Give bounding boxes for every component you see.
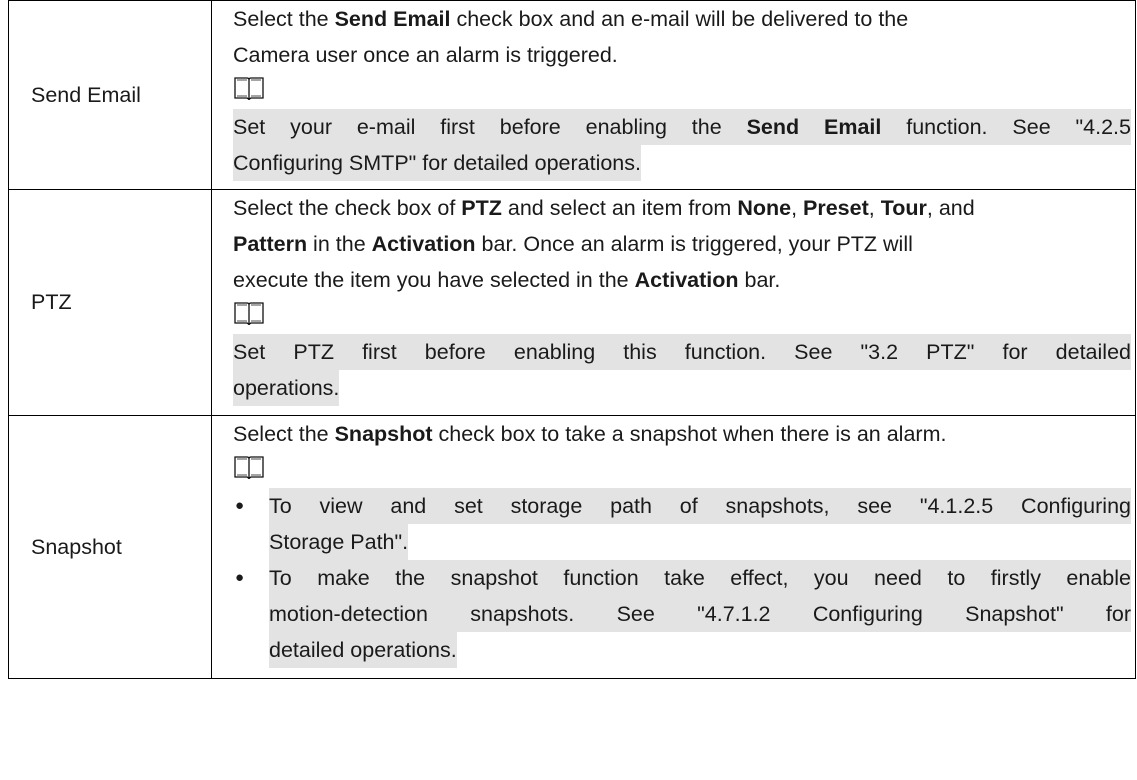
- alarm-actions-table: Send Email Select the Send Email check b…: [8, 0, 1136, 679]
- ui-term: Activation: [371, 232, 476, 256]
- ui-term: PTZ: [461, 196, 502, 220]
- text-run: execute the item you have selected in th…: [233, 268, 635, 292]
- row-label-cell: Snapshot: [8, 415, 212, 679]
- book-note-icon: [233, 300, 265, 332]
- row-description-cell: Select the check box of PTZ and select a…: [211, 189, 1136, 416]
- text-run: Select the check box of: [233, 196, 462, 220]
- text-run: function. See "4.2.5: [881, 115, 1131, 139]
- text-run: and select an item from: [501, 196, 738, 220]
- ui-term: Snapshot: [334, 422, 433, 446]
- table-row: Snapshot Select the Snapshot check box t…: [8, 415, 1136, 679]
- text-run: bar.: [738, 268, 781, 292]
- bullet-item: ● To view and set storage path of snapsho…: [233, 488, 1131, 560]
- text-run: Configuring SMTP" for detailed operation…: [233, 151, 641, 175]
- table-row: PTZ Select the check box of PTZ and sele…: [8, 189, 1136, 416]
- table-row: Send Email Select the Send Email check b…: [8, 0, 1136, 190]
- text-run: , and: [926, 196, 975, 220]
- text-run: operations.: [233, 376, 340, 400]
- row-label: Snapshot: [31, 534, 122, 559]
- note-line: Configuring SMTP" for detailed operation…: [233, 145, 641, 181]
- text-run: To make the snapshot function take effec…: [269, 566, 1131, 590]
- text-run: ,: [868, 196, 881, 220]
- note-line: To view and set storage path of snapshot…: [269, 488, 1131, 524]
- text-line: Select the Snapshot check box to take a …: [233, 416, 1131, 452]
- text-line: Pattern in the Activation bar. Once an a…: [233, 226, 1131, 262]
- ui-term: Send Email: [746, 115, 882, 139]
- text-run: in the: [307, 232, 372, 256]
- text-run: Storage Path".: [269, 530, 409, 554]
- book-note-icon: [233, 454, 265, 486]
- row-label: Send Email: [31, 82, 141, 107]
- text-run: Select the: [233, 422, 335, 446]
- note-marker: [233, 73, 1131, 109]
- text-run: check box to take a snapshot when there …: [432, 422, 947, 446]
- text-run: check box and an e-mail will be delivere…: [450, 7, 909, 31]
- bullet-body: To view and set storage path of snapshot…: [269, 488, 1131, 560]
- ui-term: None: [737, 196, 792, 220]
- note-marker: [233, 298, 1131, 334]
- text-run: Camera user once an alarm is triggered.: [233, 43, 618, 67]
- ui-term: Tour: [880, 196, 927, 220]
- row-label: PTZ: [31, 290, 72, 314]
- text-line: Select the check box of PTZ and select a…: [233, 190, 1131, 226]
- text-line: execute the item you have selected in th…: [233, 262, 1131, 298]
- note-marker: [233, 452, 1131, 488]
- note-line: detailed operations.: [269, 632, 457, 668]
- note-line: Set your e-mail first before enabling th…: [233, 109, 1131, 145]
- text-run: ,: [791, 196, 804, 220]
- text-line: Select the Send Email check box and an e…: [233, 1, 1131, 37]
- row-description-cell: Select the Snapshot check box to take a …: [211, 415, 1136, 679]
- text-line: Camera user once an alarm is triggered.: [233, 37, 1131, 73]
- text-run: Set your e-mail first before enabling th…: [233, 115, 747, 139]
- row-description-cell: Select the Send Email check box and an e…: [211, 0, 1136, 190]
- bullet-item: ● To make the snapshot function take effe…: [233, 560, 1131, 668]
- note-line: To make the snapshot function take effec…: [269, 560, 1131, 596]
- text-run: bar. Once an alarm is triggered, your PT…: [475, 232, 913, 256]
- ui-term: Preset: [803, 196, 869, 220]
- note-line: motion-detection snapshots. See "4.7.1.2…: [269, 596, 1131, 632]
- note-line: Set PTZ first before enabling this funct…: [233, 334, 1131, 370]
- bullet-icon: ●: [235, 497, 245, 514]
- text-run: detailed operations.: [269, 638, 457, 662]
- ui-term: Pattern: [233, 232, 308, 256]
- ui-term: Activation: [634, 268, 739, 292]
- row-label-cell: Send Email: [8, 0, 212, 190]
- row-label-cell: PTZ: [8, 189, 212, 416]
- note-line: operations.: [233, 370, 340, 406]
- text-run: To view and set storage path of snapshot…: [269, 494, 1131, 518]
- bullet-icon: ●: [235, 569, 245, 586]
- note-line: Storage Path".: [269, 524, 409, 560]
- text-run: Set PTZ first before enabling this funct…: [233, 340, 1131, 364]
- book-note-icon: [233, 75, 265, 107]
- text-run: motion-detection snapshots. See "4.7.1.2…: [269, 602, 1131, 626]
- ui-term: Send Email: [334, 7, 451, 31]
- bullet-body: To make the snapshot function take effec…: [269, 560, 1131, 668]
- text-run: Select the: [233, 7, 335, 31]
